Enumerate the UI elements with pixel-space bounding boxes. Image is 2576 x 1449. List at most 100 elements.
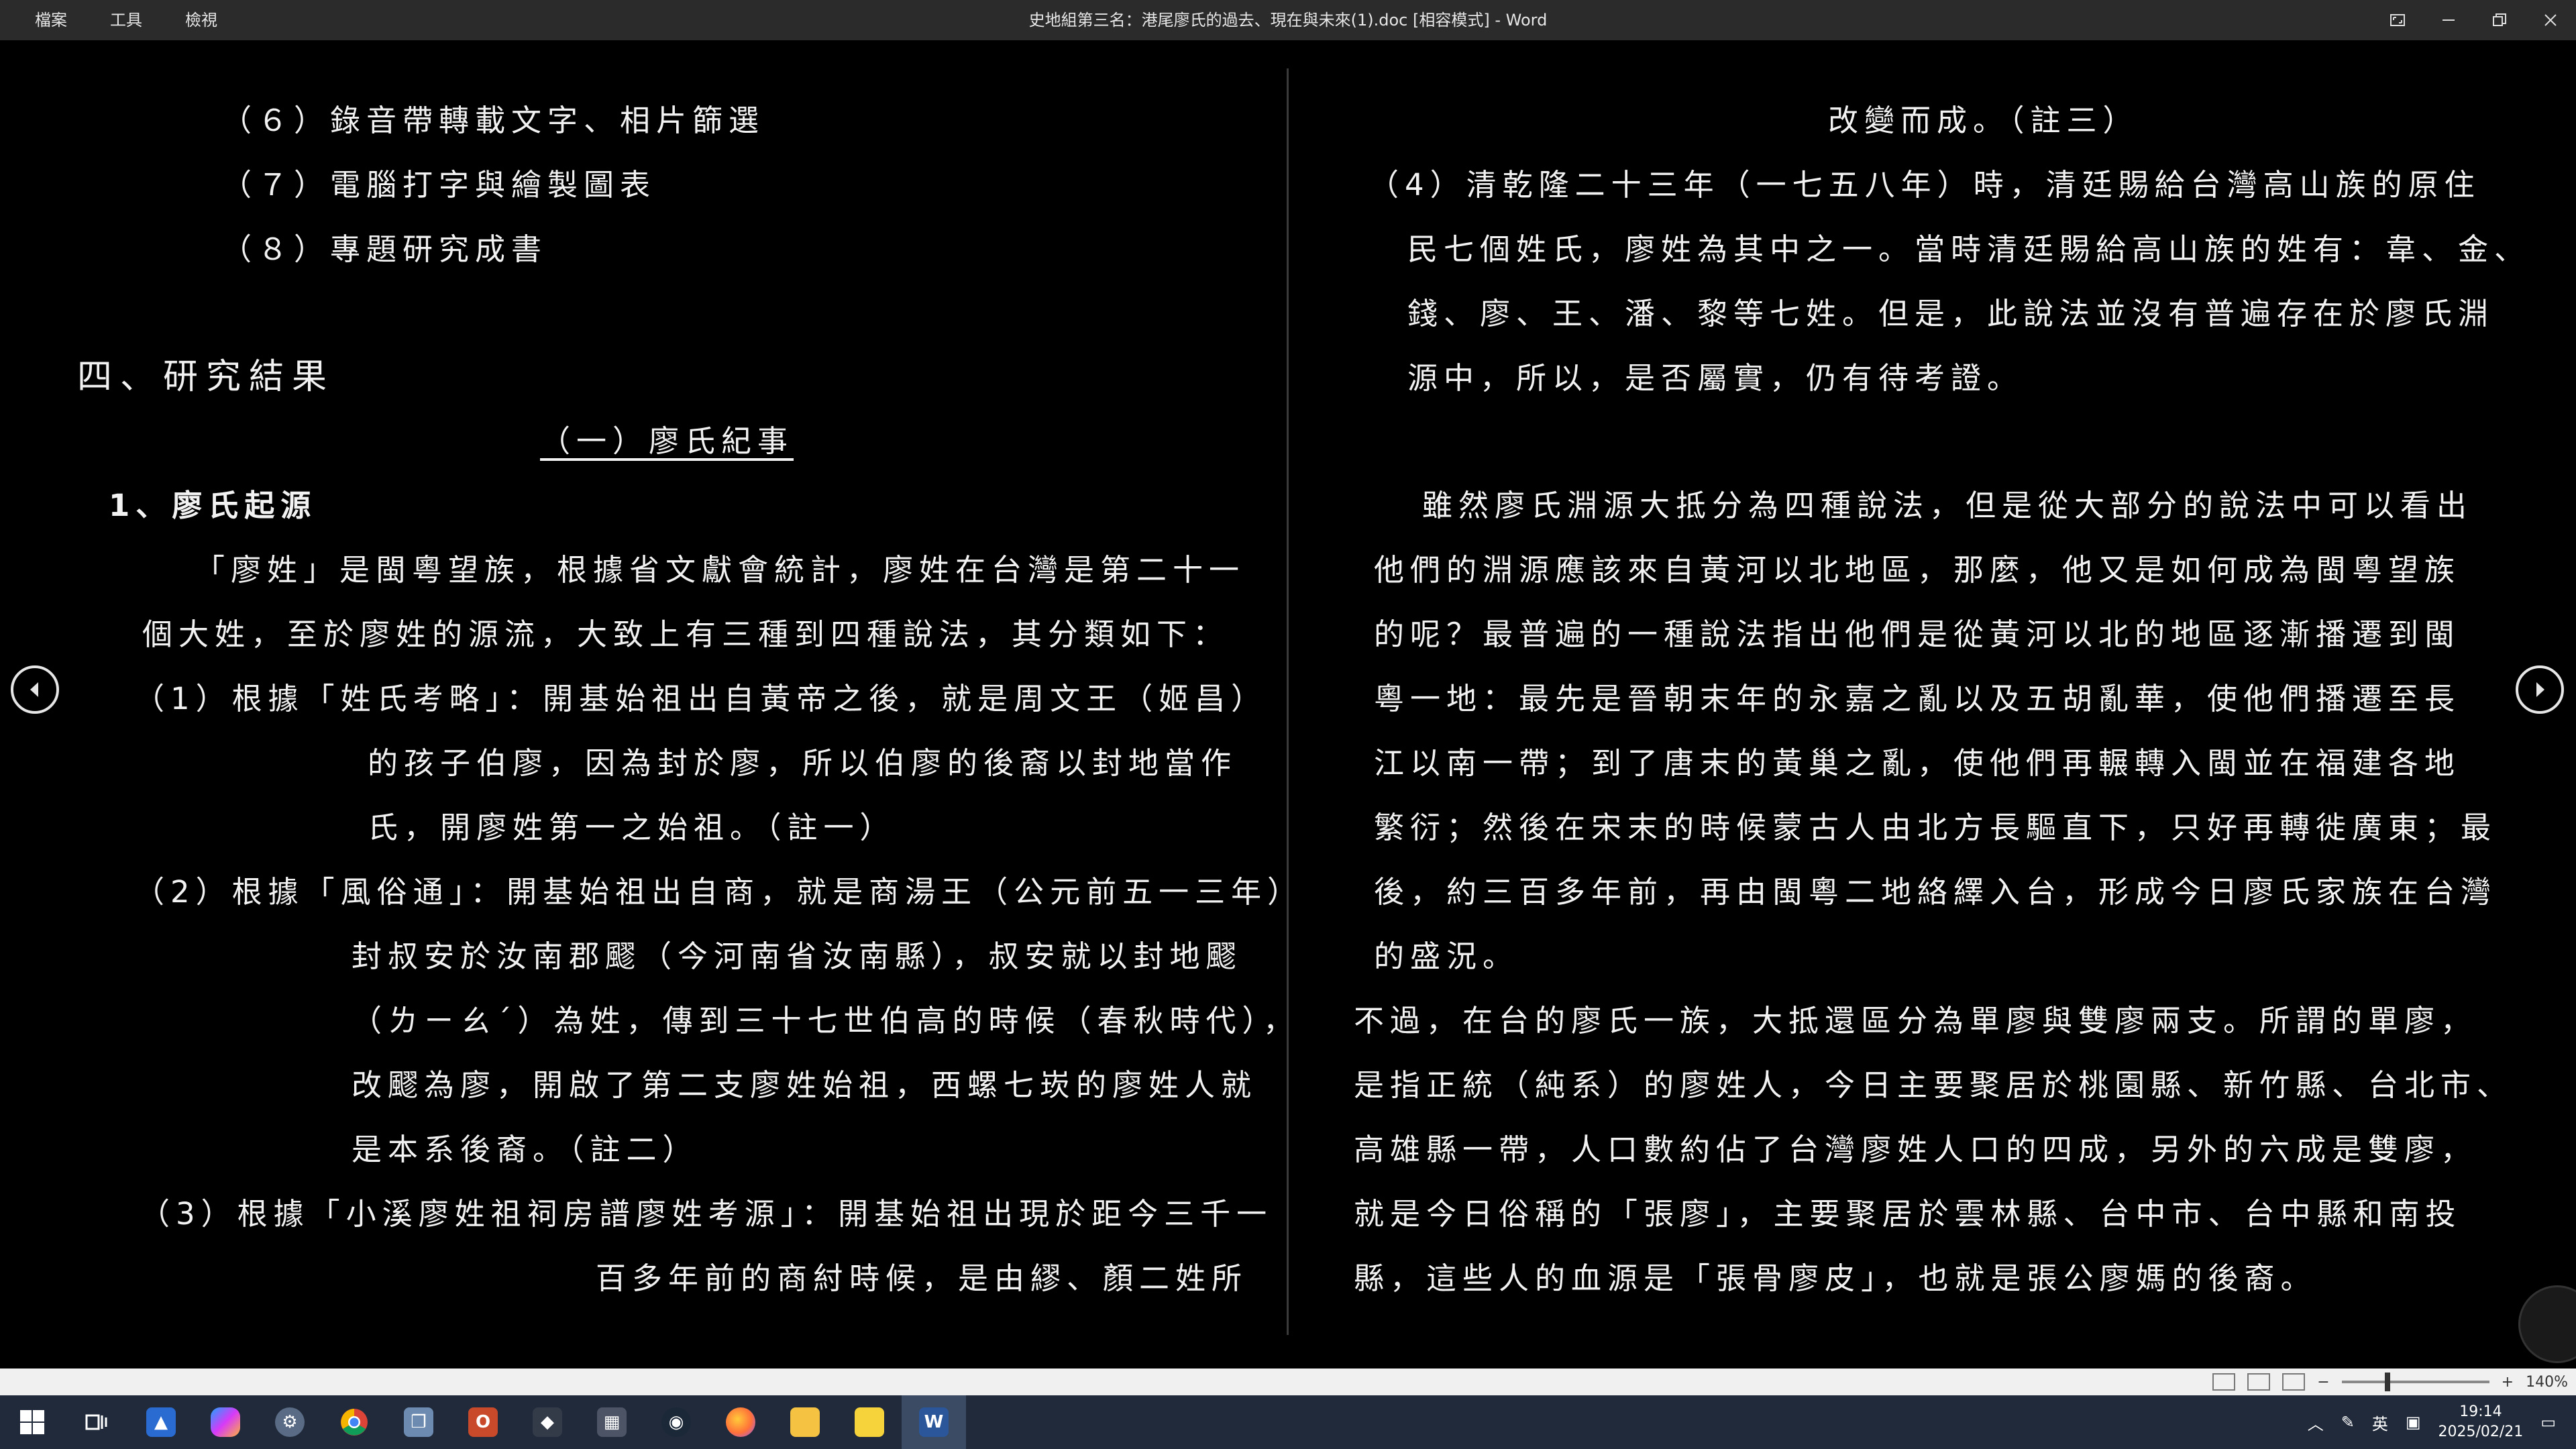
restore-icon [2493,13,2506,26]
text-line: 的孩子伯廖，因為封於廖，所以伯廖的後裔以封地當作 [368,745,1238,781]
clock-date: 2025/02/21 [2438,1424,2524,1440]
fullscreen-icon [2390,14,2405,26]
text-line: 後，約三百多年前，再由閩粵二地絡繹入台，形成今日廖氏家族在台灣 [1374,874,2498,910]
blue-app-icon: ▲ [146,1407,176,1437]
text-line: 不過，在台的廖氏一族，大抵還區分為單廖與雙廖兩支。所謂的單廖， [1354,1003,2477,1038]
text-line: 民七個姓氏，廖姓為其中之一。當時清廷賜給高山族的姓有：韋、金、 [1407,231,2531,267]
document-area: （６）錄音帶轉載文字、相片篩選 （７）電腦打字與繪製圖表 （８）專題研究成書 四… [0,40,2576,1368]
close-button[interactable] [2525,0,2576,40]
text-line: 粵一地：最先是晉朝末年的永嘉之亂以及五胡亂華，使他們播遷至長 [1374,681,2461,716]
text-line: 錢、廖、王、潘、黎等七姓。但是，此說法並沒有普遍存在於廖氏淵 [1407,296,2495,331]
text-line: 縣，這些人的血源是「張骨廖皮」，也就是張公廖媽的後裔。 [1354,1260,2317,1296]
taskbar-app[interactable]: O [451,1395,515,1449]
zoom-in-icon[interactable]: + [2502,1374,2514,1391]
taskbar-app[interactable] [773,1395,837,1449]
menu-tools[interactable]: 工具 [89,0,164,40]
zoom-level[interactable]: 140% [2526,1374,2568,1391]
text-line: 氏，開廖姓第一之始祖。（註一） [368,810,896,845]
section-heading: 四、研究結果 [77,357,335,397]
text-line: 雖然廖氏淵源大抵分為四種說法，但是從大部分的說法中可以看出 [1422,488,2473,523]
windows-icon [20,1410,44,1434]
text-line: 繁衍；然後在宋末的時候蒙古人由北方長驅直下，只好再轉徙廣東；最 [1374,810,2498,845]
print-layout-button[interactable] [2247,1373,2271,1391]
text-line: 「廖姓」是閩粵望族，根據省文獻會統計，廖姓在台灣是第二十一 [195,552,1246,588]
taskbar-apps: ▲ ⚙ ❒ O ◆ ▦ ◉ W [0,1395,966,1449]
text-line: （６）錄音帶轉載文字、相片篩選 [221,103,765,138]
text-line: 是本系後裔。（註二） [352,1132,699,1167]
firefox-icon [726,1407,755,1437]
text-line: 個大姓，至於廖姓的源流，大致上有三種到四種說法，其分類如下： [142,616,1230,652]
fullscreen-toggle-button[interactable] [2372,0,2423,40]
ime-icon[interactable]: ▣ [2406,1413,2421,1432]
text-line: 源中，所以，是否屬實，仍有待考證。 [1407,360,2024,396]
text-line: 封叔安於汝南郡飂（今河南省汝南縣），叔安就以封地飂 [352,938,1242,974]
text-line: （3）根據「小溪廖姓祖祠房譜廖姓考源」：開基始祖出現於距今三千一 [140,1196,1273,1232]
taskbar-app[interactable] [193,1395,258,1449]
topic-heading: 1、廖氏起源 [109,488,317,523]
status-right: − + 140% [2212,1368,2576,1395]
arrow-right-icon [2536,682,2544,697]
taskbar-app[interactable]: ❒ [386,1395,451,1449]
text-line: （７）電腦打字與繪製圖表 [221,167,657,203]
web-layout-button[interactable] [2282,1373,2306,1391]
close-icon [2544,14,2557,26]
text-line: （4）清乾隆二十三年（一七五八年）時，清廷賜給台灣高山族的原住 [1368,167,2481,203]
menu-view[interactable]: 檢視 [164,0,239,40]
chrome-icon [341,1409,368,1436]
copilot-icon [211,1407,240,1437]
taskbar-app[interactable] [322,1395,386,1449]
taskbar-app-active[interactable]: W [902,1395,966,1449]
task-view-button[interactable] [64,1395,129,1449]
previous-page-button[interactable] [11,665,59,714]
read-mode-button[interactable] [2212,1373,2236,1391]
taskbar: ▲ ⚙ ❒ O ◆ ▦ ◉ W ︿ ✎ 英 ▣ 19:14 2025/02/21… [0,1395,2576,1449]
taskbar-app[interactable]: ▲ [129,1395,193,1449]
text-line: 高雄縣一帶，人口數約佔了台灣廖姓人口的四成，另外的六成是雙廖， [1354,1132,2477,1167]
taskbar-app[interactable]: ⚙ [258,1395,322,1449]
clock-time: 19:14 [2459,1403,2502,1420]
text-line: （ㄌㄧㄠˊ）為姓，傳到三十七世伯高的時候（春秋時代）， [352,1003,1300,1038]
minimize-button[interactable] [2423,0,2474,40]
arrow-left-icon [30,682,38,697]
notification-icon[interactable]: ▭ [2540,1413,2556,1432]
text-line: （1）根據「姓氏考略」：開基始祖出自黃帝之後，就是周文王（姬昌） [134,681,1268,716]
restore-button[interactable] [2474,0,2525,40]
window-controls [2372,0,2576,40]
text-line: 是指正統（純系）的廖姓人，今日主要聚居於桃園縣、新竹縣、台北市、 [1354,1067,2514,1103]
gear-app-icon: ⚙ [275,1407,305,1437]
taskbar-app[interactable]: ◆ [515,1395,580,1449]
taskbar-app[interactable] [837,1395,902,1449]
chevron-up-icon[interactable]: ︿ [2308,1411,2324,1434]
calculator-icon: ▦ [597,1407,627,1437]
text-line: 改變而成。（註三） [1828,103,2139,138]
text-line: 的呢？最普遍的一種說法指出他們是從黃河以北的地區逐漸播遷到閩 [1374,616,2461,652]
zoom-slider-thumb[interactable] [2384,1373,2390,1391]
taskbar-app[interactable] [708,1395,773,1449]
text-line: （８）專題研究成書 [221,231,548,267]
sticky-notes-icon [855,1407,884,1437]
menu-bar: 檔案 工具 檢視 [0,0,239,40]
menu-file[interactable]: 檔案 [13,0,89,40]
text-line: 百多年前的商紂時候，是由繆、顏二姓所 [596,1260,1248,1296]
pen-icon[interactable]: ✎ [2341,1413,2355,1432]
text-line: 改飂為廖，開啟了第二支廖姓始祖，西螺七崁的廖姓人就 [352,1067,1258,1103]
next-page-button[interactable] [2516,665,2564,714]
taskbar-app[interactable]: ◉ [644,1395,708,1449]
file-explorer-icon [790,1407,820,1437]
title-bar: 檔案 工具 檢視 史地組第三名：港尾廖氏的過去、現在與未來(1).doc [相容… [0,0,2576,40]
text-line: 江以南一帶；到了唐末的黃巢之亂，使他們再輾轉入閩並在福建各地 [1374,745,2461,781]
floating-tool-icon[interactable] [2518,1285,2576,1363]
zoom-out-icon[interactable]: − [2317,1374,2329,1391]
window-title: 史地組第三名：港尾廖氏的過去、現在與未來(1).doc [相容模式] - Wor… [1028,11,1548,30]
status-bar: − + 140% [0,1368,2576,1395]
steam-icon: ◉ [661,1407,691,1437]
input-language[interactable]: 英 [2372,1411,2388,1434]
system-tray: ︿ ✎ 英 ▣ 19:14 2025/02/21 ▭ [2308,1395,2576,1449]
clock[interactable]: 19:14 2025/02/21 [2438,1402,2524,1442]
fox-app-icon: ◆ [533,1407,562,1437]
zoom-slider[interactable] [2341,1373,2489,1391]
paper-app-icon: ❒ [404,1407,433,1437]
page-divider [1287,68,1289,1335]
taskbar-app[interactable]: ▦ [580,1395,644,1449]
start-button[interactable] [0,1395,64,1449]
